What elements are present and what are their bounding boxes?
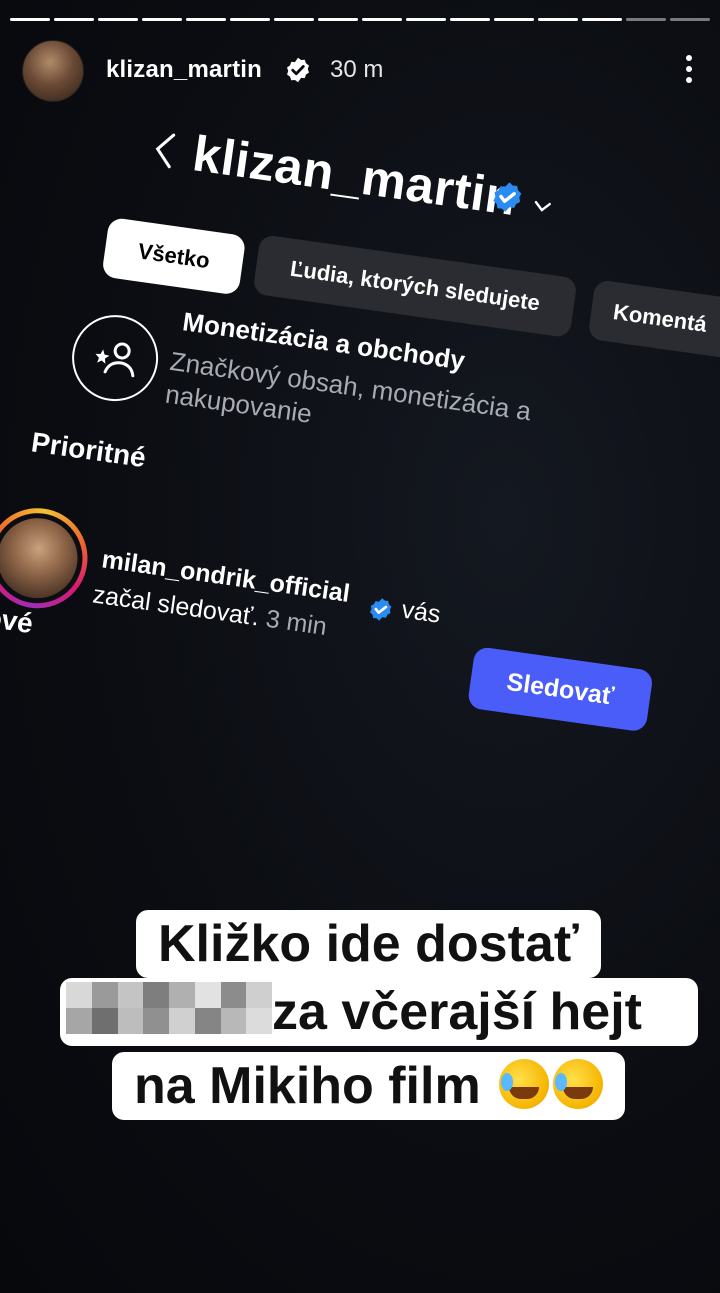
caption-line-1: Kližko ide dostať (136, 910, 601, 978)
filter-all: Všetko (101, 216, 247, 296)
story-ring-avatar (0, 501, 94, 615)
story-progress-segment (670, 18, 710, 21)
verified-badge-icon (370, 598, 392, 621)
story-progress-segment (582, 18, 622, 21)
caption-text-2: za včerajší hejt (272, 983, 642, 1041)
filter-comments: Komentá (587, 279, 720, 367)
screenshot-content: klizan_martin Všetko Ľudia, ktorých sled… (0, 0, 720, 893)
caption-line-2: za včerajší hejt (60, 978, 698, 1046)
follow-button: Sledovať (466, 646, 654, 733)
censored-word-blur (66, 982, 272, 1034)
story-viewer: klizan_martin 30 m klizan_martin Všetko … (0, 0, 720, 1293)
monetization-icon (66, 309, 164, 407)
story-progress-segment (318, 18, 358, 21)
profile-username: klizan_martin (189, 125, 521, 227)
caption-line-3: na Mikiho film (112, 1052, 626, 1120)
back-chevron-icon (155, 133, 176, 169)
story-progress-segment (494, 18, 534, 21)
caption-text-3: na Mikiho film (134, 1057, 481, 1115)
chevron-down-icon (534, 200, 551, 212)
verified-badge-icon (493, 182, 522, 212)
notification-time: 3 min (264, 604, 329, 641)
section-priority-heading: Prioritné (29, 426, 148, 474)
notification-text: vás (399, 595, 443, 629)
caption-text-1: Kližko ide dostať (158, 915, 579, 973)
story-progress-segment (450, 18, 490, 21)
story-progress-segment (538, 18, 578, 21)
story-progress-segment (626, 18, 666, 21)
story-progress-segment (362, 18, 402, 21)
rofl-emoji-icon (553, 1059, 604, 1109)
rofl-emoji-icon (499, 1059, 550, 1109)
story-progress-segment (406, 18, 446, 21)
